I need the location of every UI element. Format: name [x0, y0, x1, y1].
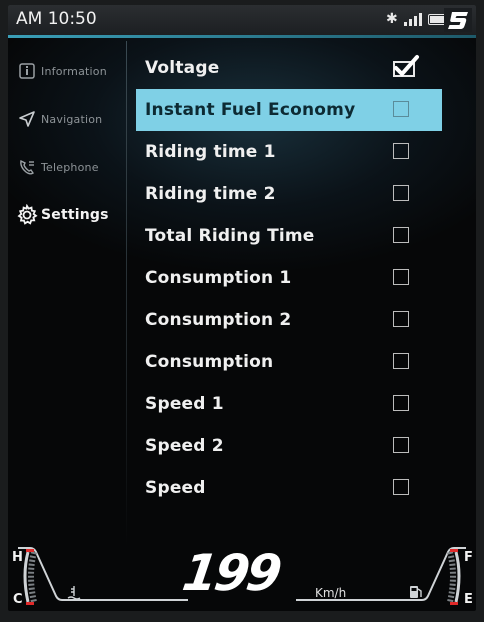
list-item-consumption-1[interactable]: Consumption 1: [136, 257, 442, 299]
list-item-label: Consumption 1: [145, 268, 292, 288]
speed-readout: 199: [178, 544, 283, 602]
coolant-temp-icon: [67, 586, 81, 600]
list-item-speed[interactable]: Speed: [136, 467, 442, 509]
list-item-label: Consumption: [145, 352, 274, 372]
list-item-speed-1[interactable]: Speed 1: [136, 383, 442, 425]
temp-low-marker: [26, 602, 34, 605]
checkbox[interactable]: [393, 437, 409, 453]
sidebar-item-label: Navigation: [41, 112, 103, 126]
speed-unit: Km/h: [315, 586, 347, 600]
fuel-full-label: F: [464, 550, 473, 565]
checkbox[interactable]: [393, 395, 409, 411]
checkbox[interactable]: [393, 479, 409, 495]
sidebar-item-navigation[interactable]: Navigation: [8, 95, 124, 143]
dashboard-screen: AM 10:50 ✱ Information Navigation Teleph…: [8, 5, 476, 611]
list-item-instant-fuel-economy[interactable]: Instant Fuel Economy: [136, 89, 442, 131]
info-icon: [16, 60, 38, 82]
gauge-cluster: H C F E 199 Km/h: [8, 540, 476, 611]
list-item-consumption-2[interactable]: Consumption 2: [136, 299, 442, 341]
list-item-label: Instant Fuel Economy: [145, 100, 356, 120]
status-icons: ✱: [386, 11, 450, 27]
sidebar-item-label: Telephone: [41, 160, 99, 174]
list-item-label: Voltage: [145, 58, 220, 78]
signal-icon: [403, 12, 422, 26]
bluetooth-icon: ✱: [386, 11, 398, 27]
list-item-riding-time-2[interactable]: Riding time 2: [136, 173, 442, 215]
list-item-label: Speed: [145, 478, 206, 498]
checkbox[interactable]: [393, 185, 409, 201]
sidebar-item-label: Information: [41, 64, 107, 78]
gear-icon: [16, 204, 38, 226]
list-item-consumption[interactable]: Consumption: [136, 341, 442, 383]
list-item-voltage[interactable]: Voltage: [136, 47, 442, 89]
sidebar-nav: Information Navigation Telephone Setting…: [8, 47, 124, 239]
list-item-label: Consumption 2: [145, 310, 292, 330]
list-item-label: Total Riding Time: [145, 226, 315, 246]
status-bar: AM 10:50 ✱: [8, 5, 476, 35]
sidebar-divider: [126, 41, 127, 546]
list-item-label: Speed 2: [145, 436, 224, 456]
temp-high-marker: [26, 549, 34, 552]
temp-low-label: C: [13, 592, 23, 607]
list-item-total-riding-time[interactable]: Total Riding Time: [136, 215, 442, 257]
list-item-speed-2[interactable]: Speed 2: [136, 425, 442, 467]
list-item-riding-time-1[interactable]: Riding time 1: [136, 131, 442, 173]
sidebar-item-information[interactable]: Information: [8, 47, 124, 95]
fuel-empty-label: E: [464, 592, 473, 607]
fuel-pump-icon: [410, 586, 422, 598]
checkbox[interactable]: [393, 311, 409, 327]
sidebar-item-settings[interactable]: Settings: [8, 191, 124, 239]
list-item-label: Speed 1: [145, 394, 224, 414]
list-item-label: Riding time 1: [145, 142, 276, 162]
status-accent-line: [8, 35, 476, 38]
checkbox[interactable]: [393, 353, 409, 369]
sidebar-item-label: Settings: [41, 207, 109, 223]
checkbox[interactable]: [393, 227, 409, 243]
temp-high-label: H: [12, 550, 23, 565]
brand-logo: [444, 8, 472, 32]
navigation-arrow-icon: [16, 108, 38, 130]
checkbox[interactable]: [393, 269, 409, 285]
checked-checkbox-icon[interactable]: [390, 54, 420, 80]
settings-list: Voltage Instant Fuel Economy Riding time…: [136, 47, 442, 509]
checkbox[interactable]: [393, 101, 409, 117]
sidebar-item-telephone[interactable]: Telephone: [8, 143, 124, 191]
list-item-label: Riding time 2: [145, 184, 276, 204]
clock-time: AM 10:50: [16, 9, 97, 29]
phone-icon: [16, 156, 38, 178]
checkbox[interactable]: [393, 143, 409, 159]
